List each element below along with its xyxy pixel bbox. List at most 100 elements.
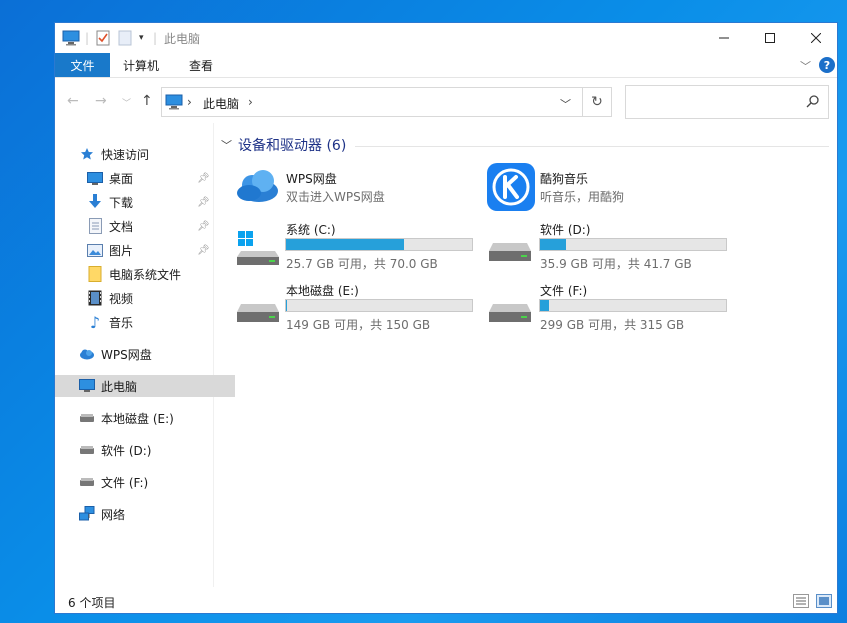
drive-icon: [235, 298, 281, 331]
minimize-button[interactable]: [701, 23, 747, 53]
pin-icon[interactable]: 📌︎: [197, 245, 210, 256]
nav-label: 音乐: [109, 315, 134, 330]
tile-name: WPS网盘: [286, 172, 337, 186]
drive-usage-bar: [285, 238, 473, 251]
nav-drive-f[interactable]: 文件 (F:): [55, 471, 235, 493]
nav-label: WPS网盘: [101, 347, 152, 362]
group-header-devices[interactable]: ﹀ 设备和驱动器 (6): [221, 135, 346, 155]
details-view-icon[interactable]: [793, 594, 809, 611]
drive-icon: [487, 298, 533, 331]
tile-desc: 双击进入WPS网盘: [286, 190, 385, 204]
drive-icon: [487, 237, 533, 270]
drive-icon: [79, 474, 95, 490]
properties-icon[interactable]: [96, 29, 110, 47]
large-icons-view-icon[interactable]: [816, 594, 832, 611]
drive-name: 软件 (D:): [540, 223, 591, 237]
nav-label: 图片: [109, 243, 134, 258]
nav-desktop[interactable]: 桌面 📌︎: [55, 167, 243, 189]
drive-icon: [79, 442, 95, 458]
tab-file[interactable]: 文件: [55, 53, 110, 77]
this-pc-icon: [165, 94, 183, 113]
nav-music[interactable]: ♪ 音乐: [55, 311, 243, 333]
pin-icon[interactable]: 📌︎: [197, 221, 210, 232]
drive-name: 文件 (F:): [540, 284, 588, 298]
computer-icon[interactable]: [62, 29, 80, 47]
search-input[interactable]: [625, 85, 829, 119]
network-icon: [79, 506, 95, 522]
nav-label: 软件 (D:): [101, 443, 152, 458]
nav-label: 桌面: [109, 171, 134, 186]
refresh-icon: ↻: [591, 94, 603, 110]
tile-drive-d[interactable]: 软件 (D:) 35.9 GB 可用，共 41.7 GB: [485, 219, 735, 271]
folder-icon: [87, 266, 103, 282]
navigation-pane: 快速访问 桌面 📌︎ 下载 📌︎ 文档 📌︎ 图片 📌︎ 电脑系统文件 视频 ♪…: [55, 123, 235, 587]
desktop-icon: [87, 170, 103, 186]
tab-computer[interactable]: 计算机: [123, 53, 159, 77]
drive-name: 本地磁盘 (E:): [286, 284, 359, 298]
document-icon: [87, 218, 103, 234]
video-icon: [87, 290, 103, 306]
tile-kugou-music[interactable]: 酷狗音乐 听音乐，用酷狗: [485, 163, 725, 213]
tab-view[interactable]: 查看: [189, 53, 213, 77]
drive-usage-fill: [286, 239, 404, 250]
tile-drive-f[interactable]: 文件 (F:) 299 GB 可用，共 315 GB: [485, 280, 735, 332]
collapse-chevron-icon: ﹀: [221, 139, 232, 152]
refresh-button[interactable]: ↻: [582, 87, 612, 117]
back-arrow-icon[interactable]: ←: [67, 93, 79, 109]
ribbon-tabs: 文件 计算机 查看 ﹀ ?: [55, 53, 837, 78]
nav-network[interactable]: 网络: [55, 503, 235, 525]
tile-drive-e[interactable]: 本地磁盘 (E:) 149 GB 可用，共 150 GB: [233, 280, 483, 332]
customize-toolbar-chevron-icon[interactable]: ▾: [139, 29, 144, 47]
drive-usage-bar: [539, 238, 727, 251]
nav-videos[interactable]: 视频: [55, 287, 243, 309]
nav-this-pc[interactable]: 此电脑: [55, 375, 235, 397]
toolbar-divider: |: [153, 31, 158, 45]
window-title: 此电脑: [164, 32, 201, 46]
nav-label: 本地磁盘 (E:): [101, 411, 174, 426]
nav-quick-access[interactable]: 快速访问: [55, 143, 235, 165]
nav-downloads[interactable]: 下载 📌︎: [55, 191, 243, 213]
nav-documents[interactable]: 文档 📌︎: [55, 215, 243, 237]
breadcrumb-separator-icon: ›: [187, 95, 192, 109]
tile-drive-c[interactable]: 系统 (C:) 25.7 GB 可用，共 70.0 GB: [233, 219, 483, 271]
address-history-chevron-icon[interactable]: ﹀: [560, 96, 571, 112]
forward-arrow-icon[interactable]: →: [95, 93, 107, 109]
file-explorer-window: | ▾ | 此电脑 文件 计算机 查看 ﹀ ? ← → ﹀ ↑ › 此电脑 › …: [54, 22, 838, 614]
drive-free-space: 149 GB 可用，共 150 GB: [286, 318, 431, 332]
new-folder-icon[interactable]: [118, 29, 132, 47]
drive-usage-bar: [539, 299, 727, 312]
drive-free-space: 25.7 GB 可用，共 70.0 GB: [286, 257, 438, 271]
drive-icon: [79, 410, 95, 426]
recent-locations-chevron-icon[interactable]: ﹀: [122, 96, 131, 109]
address-bar[interactable]: › 此电脑 › ﹀: [161, 87, 583, 117]
nav-label: 快速访问: [101, 147, 150, 162]
expand-ribbon-chevron-icon[interactable]: ﹀: [800, 58, 811, 74]
kugou-logo-icon: [487, 163, 535, 214]
tile-wps-drive[interactable]: WPS网盘 双击进入WPS网盘: [233, 163, 473, 213]
cloud-icon: [79, 346, 95, 362]
status-item-count: 6 个项目: [68, 596, 116, 610]
nav-system-files-folder[interactable]: 电脑系统文件: [55, 263, 243, 285]
nav-drive-d[interactable]: 软件 (D:): [55, 439, 235, 461]
maximize-button[interactable]: [747, 23, 793, 53]
nav-pictures[interactable]: 图片 📌︎: [55, 239, 243, 261]
drive-free-space: 299 GB 可用，共 315 GB: [540, 318, 685, 332]
close-button[interactable]: [793, 23, 839, 53]
group-divider: [355, 146, 829, 147]
nav-label: 下载: [109, 195, 134, 210]
up-arrow-icon[interactable]: ↑: [141, 93, 153, 109]
nav-label: 视频: [109, 291, 134, 306]
drive-usage-fill: [540, 239, 566, 250]
pin-icon[interactable]: 📌︎: [197, 173, 210, 184]
toolbar-divider: |: [85, 31, 90, 45]
nav-drive-e[interactable]: 本地磁盘 (E:): [55, 407, 235, 429]
search-icon: [806, 94, 820, 111]
pin-icon[interactable]: 📌︎: [197, 197, 210, 208]
drive-usage-fill: [286, 300, 288, 311]
nav-wps-drive[interactable]: WPS网盘: [55, 343, 235, 365]
breadcrumb-this-pc[interactable]: 此电脑: [203, 95, 239, 112]
breadcrumb-separator-icon[interactable]: ›: [248, 95, 253, 109]
download-icon: [87, 194, 103, 210]
nav-label: 文档: [109, 219, 134, 234]
help-icon[interactable]: ?: [819, 57, 835, 73]
